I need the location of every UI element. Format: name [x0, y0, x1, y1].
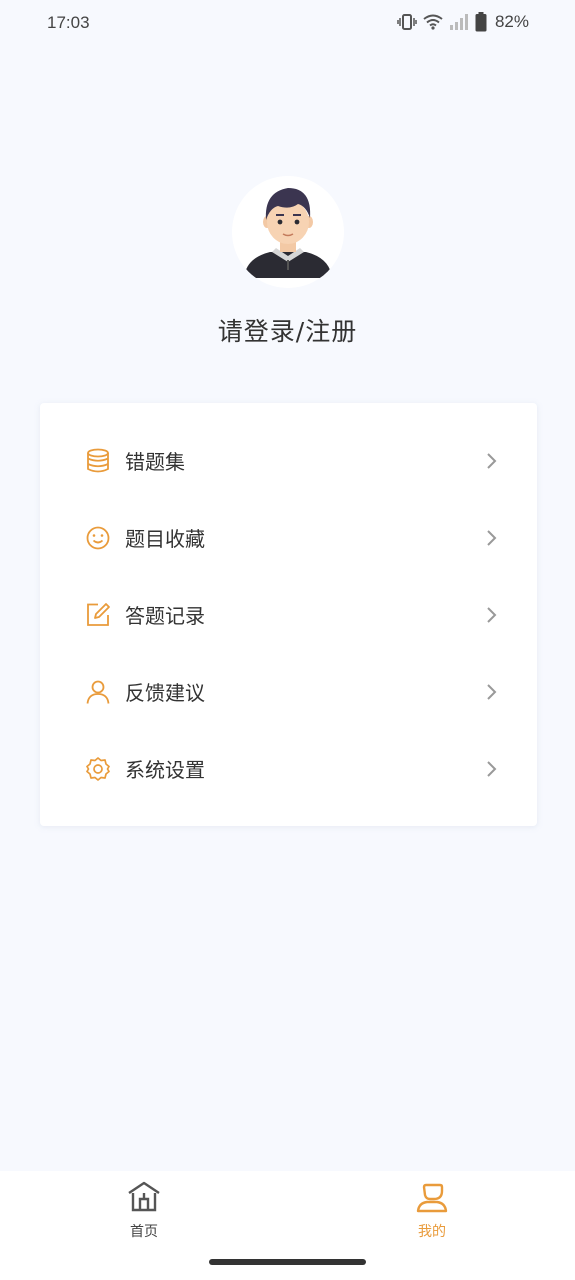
menu-item-wrong-questions[interactable]: 错题集: [40, 422, 537, 499]
status-bar: 17:03 82%: [0, 0, 575, 48]
person-icon: [414, 1181, 450, 1217]
avatar[interactable]: [231, 176, 344, 288]
nav-label-me: 我的: [418, 1224, 446, 1240]
gear-icon: [84, 755, 112, 783]
menu-item-label: 反馈建议: [125, 681, 205, 705]
menu-item-answer-history[interactable]: 答题记录: [40, 576, 537, 653]
status-icons: 82%: [397, 12, 529, 32]
wifi-icon: [423, 14, 443, 30]
menu-item-settings[interactable]: 系统设置: [40, 730, 537, 807]
profile-section: 请登录/注册: [0, 176, 575, 348]
menu-item-label: 系统设置: [125, 758, 205, 782]
menu-item-feedback[interactable]: 反馈建议: [40, 653, 537, 730]
status-time: 17:03: [47, 13, 90, 32]
smiley-icon: [84, 524, 112, 552]
nav-tab-me[interactable]: 我的: [387, 1181, 477, 1241]
nav-tab-home[interactable]: 首页: [99, 1181, 189, 1241]
menu-item-favorites[interactable]: 题目收藏: [40, 499, 537, 576]
vibrate-icon: [397, 13, 417, 31]
battery-percent: 82%: [494, 12, 529, 31]
battery-icon: [475, 12, 487, 32]
database-icon: [84, 447, 112, 475]
chevron-right-icon: [485, 759, 499, 779]
chevron-right-icon: [485, 682, 499, 702]
edit-icon: [84, 601, 112, 629]
home-icon: [126, 1181, 162, 1217]
chevron-right-icon: [485, 528, 499, 548]
signal-icon: [449, 13, 469, 31]
menu-item-label: 答题记录: [125, 604, 205, 628]
home-indicator-bar[interactable]: [209, 1259, 366, 1265]
person-icon: [84, 678, 112, 706]
menu-card: 错题集 题目收藏 答题记录 反馈建议 系统设置: [40, 403, 537, 826]
chevron-right-icon: [485, 605, 499, 625]
menu-item-label: 题目收藏: [125, 527, 205, 551]
chevron-right-icon: [485, 451, 499, 471]
login-register-link[interactable]: 请登录/注册: [218, 312, 357, 348]
menu-item-label: 错题集: [125, 450, 185, 474]
nav-label-home: 首页: [130, 1224, 158, 1240]
